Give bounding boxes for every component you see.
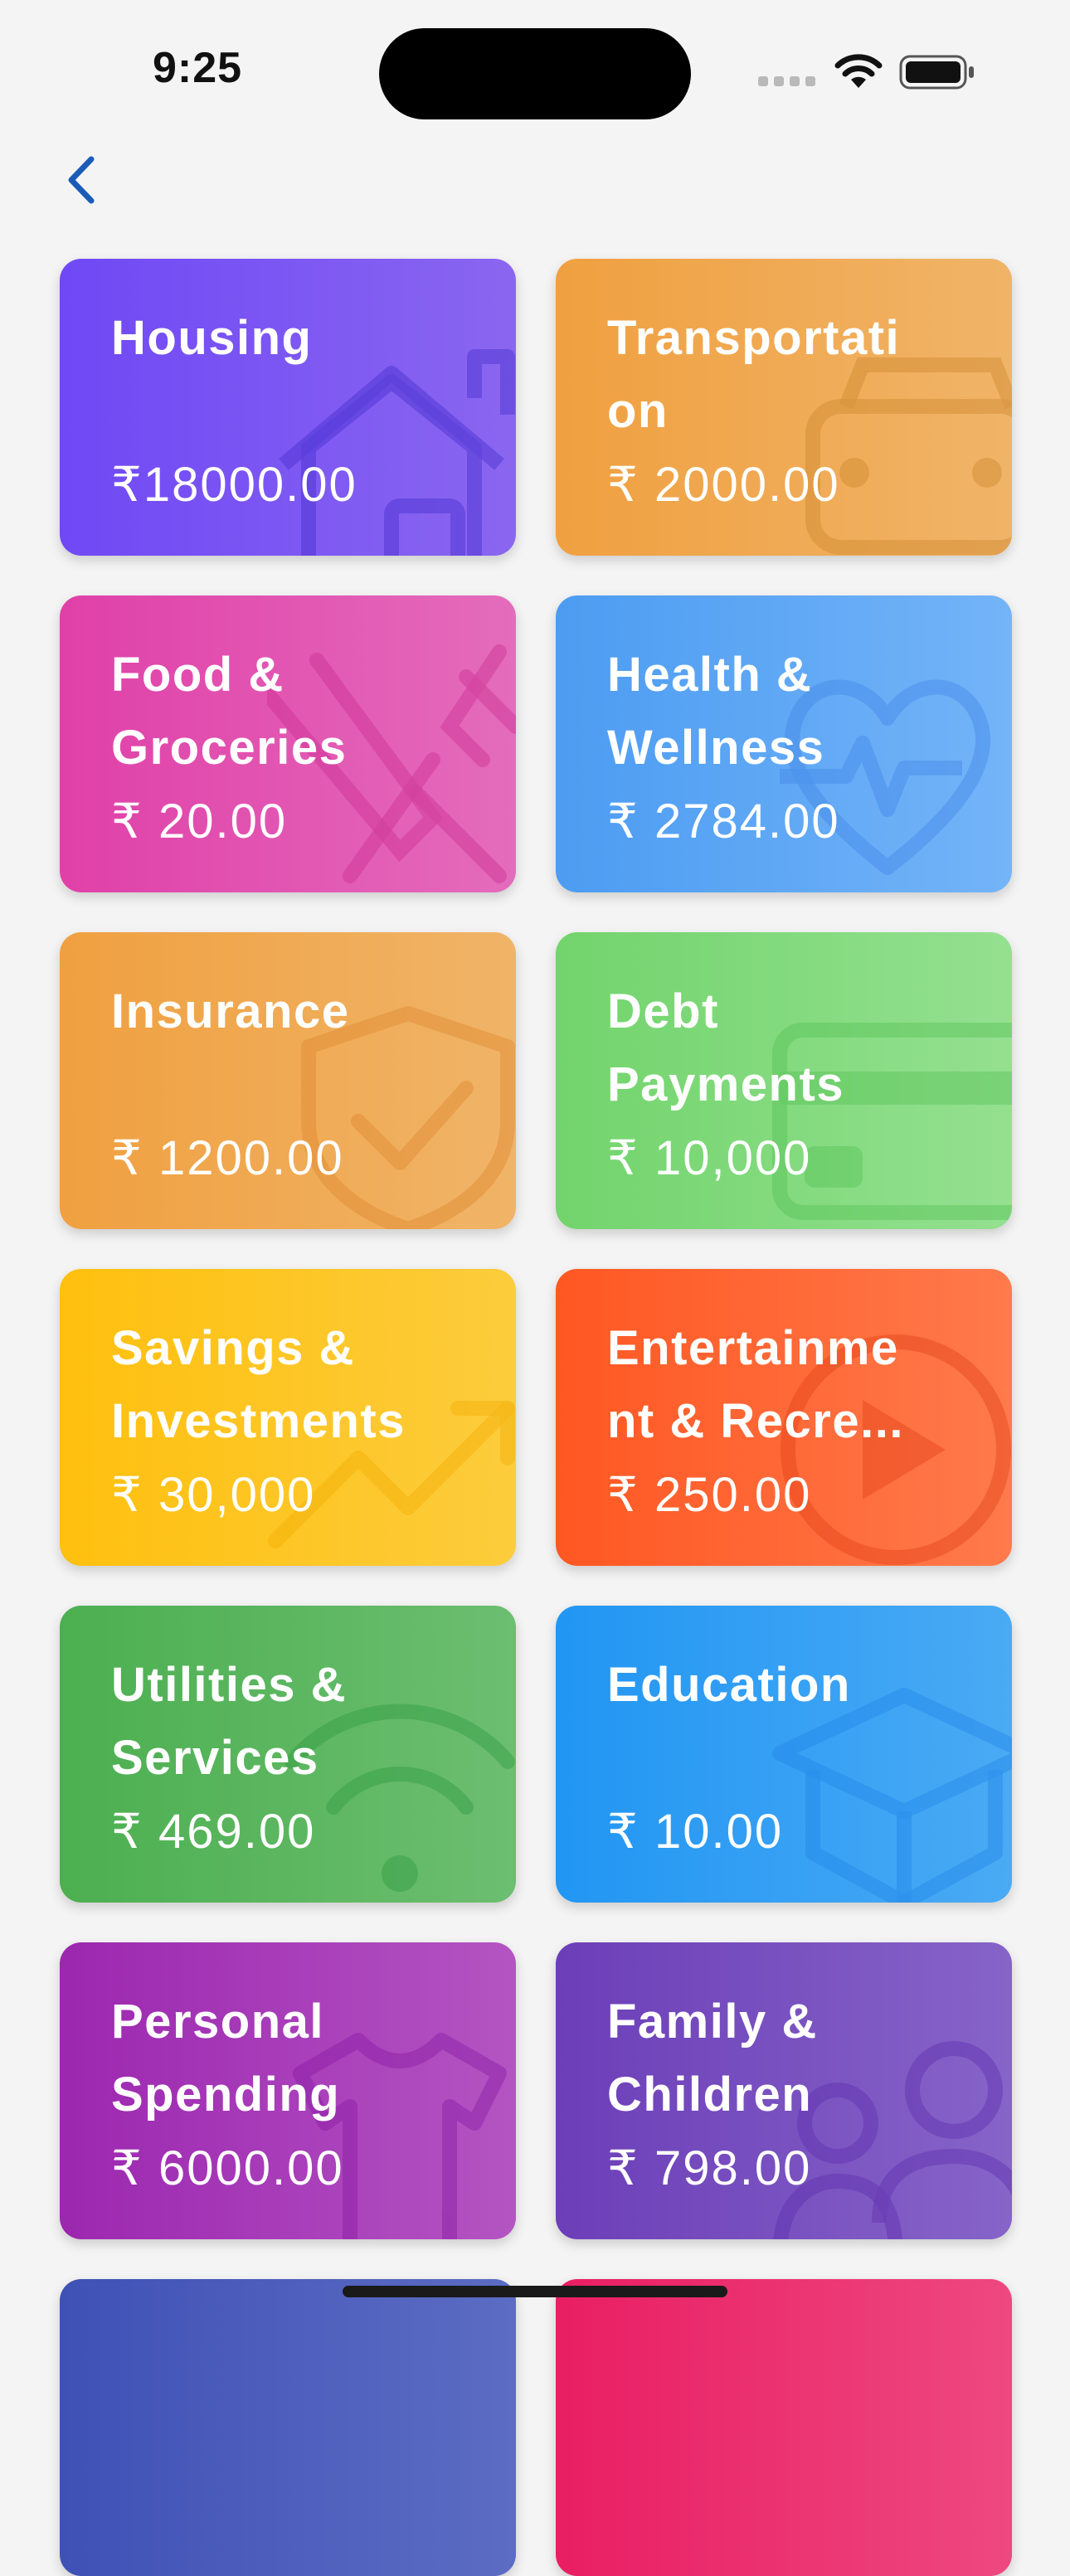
category-title: Health & Wellness bbox=[607, 648, 825, 775]
category-card-health-wellness[interactable]: Health & Wellness ₹ 2784.00 bbox=[556, 595, 1012, 892]
category-title: Debt Payments bbox=[607, 984, 845, 1111]
category-card-partial-right[interactable] bbox=[556, 2279, 1012, 2576]
category-amount: ₹ 6000.00 bbox=[111, 2141, 344, 2195]
category-card-housing[interactable]: Housing ₹18000.00 bbox=[60, 259, 516, 556]
category-amount: ₹ 10.00 bbox=[607, 1805, 784, 1859]
category-title: Savings & Investments bbox=[111, 1321, 406, 1448]
home-indicator bbox=[343, 2286, 727, 2297]
category-amount: ₹ 2000.00 bbox=[607, 458, 840, 512]
category-card-personal-spending[interactable]: Personal Spending ₹ 6000.00 bbox=[60, 1942, 516, 2239]
category-card-insurance[interactable]: Insurance ₹ 1200.00 bbox=[60, 932, 516, 1229]
category-card-education[interactable]: Education ₹ 10.00 bbox=[556, 1606, 1012, 1903]
category-title: Housing bbox=[111, 311, 313, 365]
category-card-debt-payments[interactable]: Debt Payments ₹ 10,000 bbox=[556, 932, 1012, 1229]
category-card-family-children[interactable]: Family & Children ₹ 798.00 bbox=[556, 1942, 1012, 2239]
category-title: Utilities & Services bbox=[111, 1658, 347, 1785]
category-amount: ₹ 20.00 bbox=[111, 795, 288, 848]
category-card-savings-investments[interactable]: Savings & Investments ₹ 30,000 bbox=[60, 1269, 516, 1566]
category-amount: ₹ 1200.00 bbox=[111, 1131, 344, 1185]
category-amount: ₹ 2784.00 bbox=[607, 795, 840, 848]
category-card-food-groceries[interactable]: Food & Groceries ₹ 20.00 bbox=[60, 595, 516, 892]
status-time: 9:25 bbox=[153, 44, 243, 92]
category-amount: ₹18000.00 bbox=[111, 458, 357, 512]
cellular-signal-icon bbox=[758, 76, 816, 88]
category-card-utilities-services[interactable]: Utilities & Services ₹ 469.00 bbox=[60, 1606, 516, 1903]
status-bar: 9:25 bbox=[0, 0, 1070, 124]
category-card-partial-left[interactable] bbox=[60, 2279, 516, 2576]
category-title: Food & Groceries bbox=[111, 648, 348, 775]
category-title: Transportati on bbox=[607, 311, 901, 438]
chevron-left-icon bbox=[68, 156, 95, 204]
category-amount: ₹ 10,000 bbox=[607, 1131, 812, 1185]
category-card-entertainment[interactable]: Entertainme nt & Recre... ₹ 250.00 bbox=[556, 1269, 1012, 1566]
back-button[interactable] bbox=[58, 151, 105, 209]
category-title: Education bbox=[607, 1658, 851, 1712]
category-title: Family & Children bbox=[607, 1995, 818, 2122]
category-card-transportation[interactable]: Transportati on ₹ 2000.00 bbox=[556, 259, 1012, 556]
dynamic-island bbox=[379, 28, 691, 119]
category-title: Insurance bbox=[111, 984, 350, 1038]
category-title: Personal Spending bbox=[111, 1995, 341, 2122]
category-amount: ₹ 250.00 bbox=[607, 1468, 812, 1522]
category-amount: ₹ 798.00 bbox=[607, 2141, 812, 2195]
wifi-status-icon bbox=[834, 54, 883, 88]
category-title: Entertainme nt & Recre... bbox=[607, 1321, 904, 1448]
category-amount: ₹ 30,000 bbox=[111, 1468, 316, 1522]
category-amount: ₹ 469.00 bbox=[111, 1805, 316, 1859]
battery-icon bbox=[899, 55, 974, 90]
